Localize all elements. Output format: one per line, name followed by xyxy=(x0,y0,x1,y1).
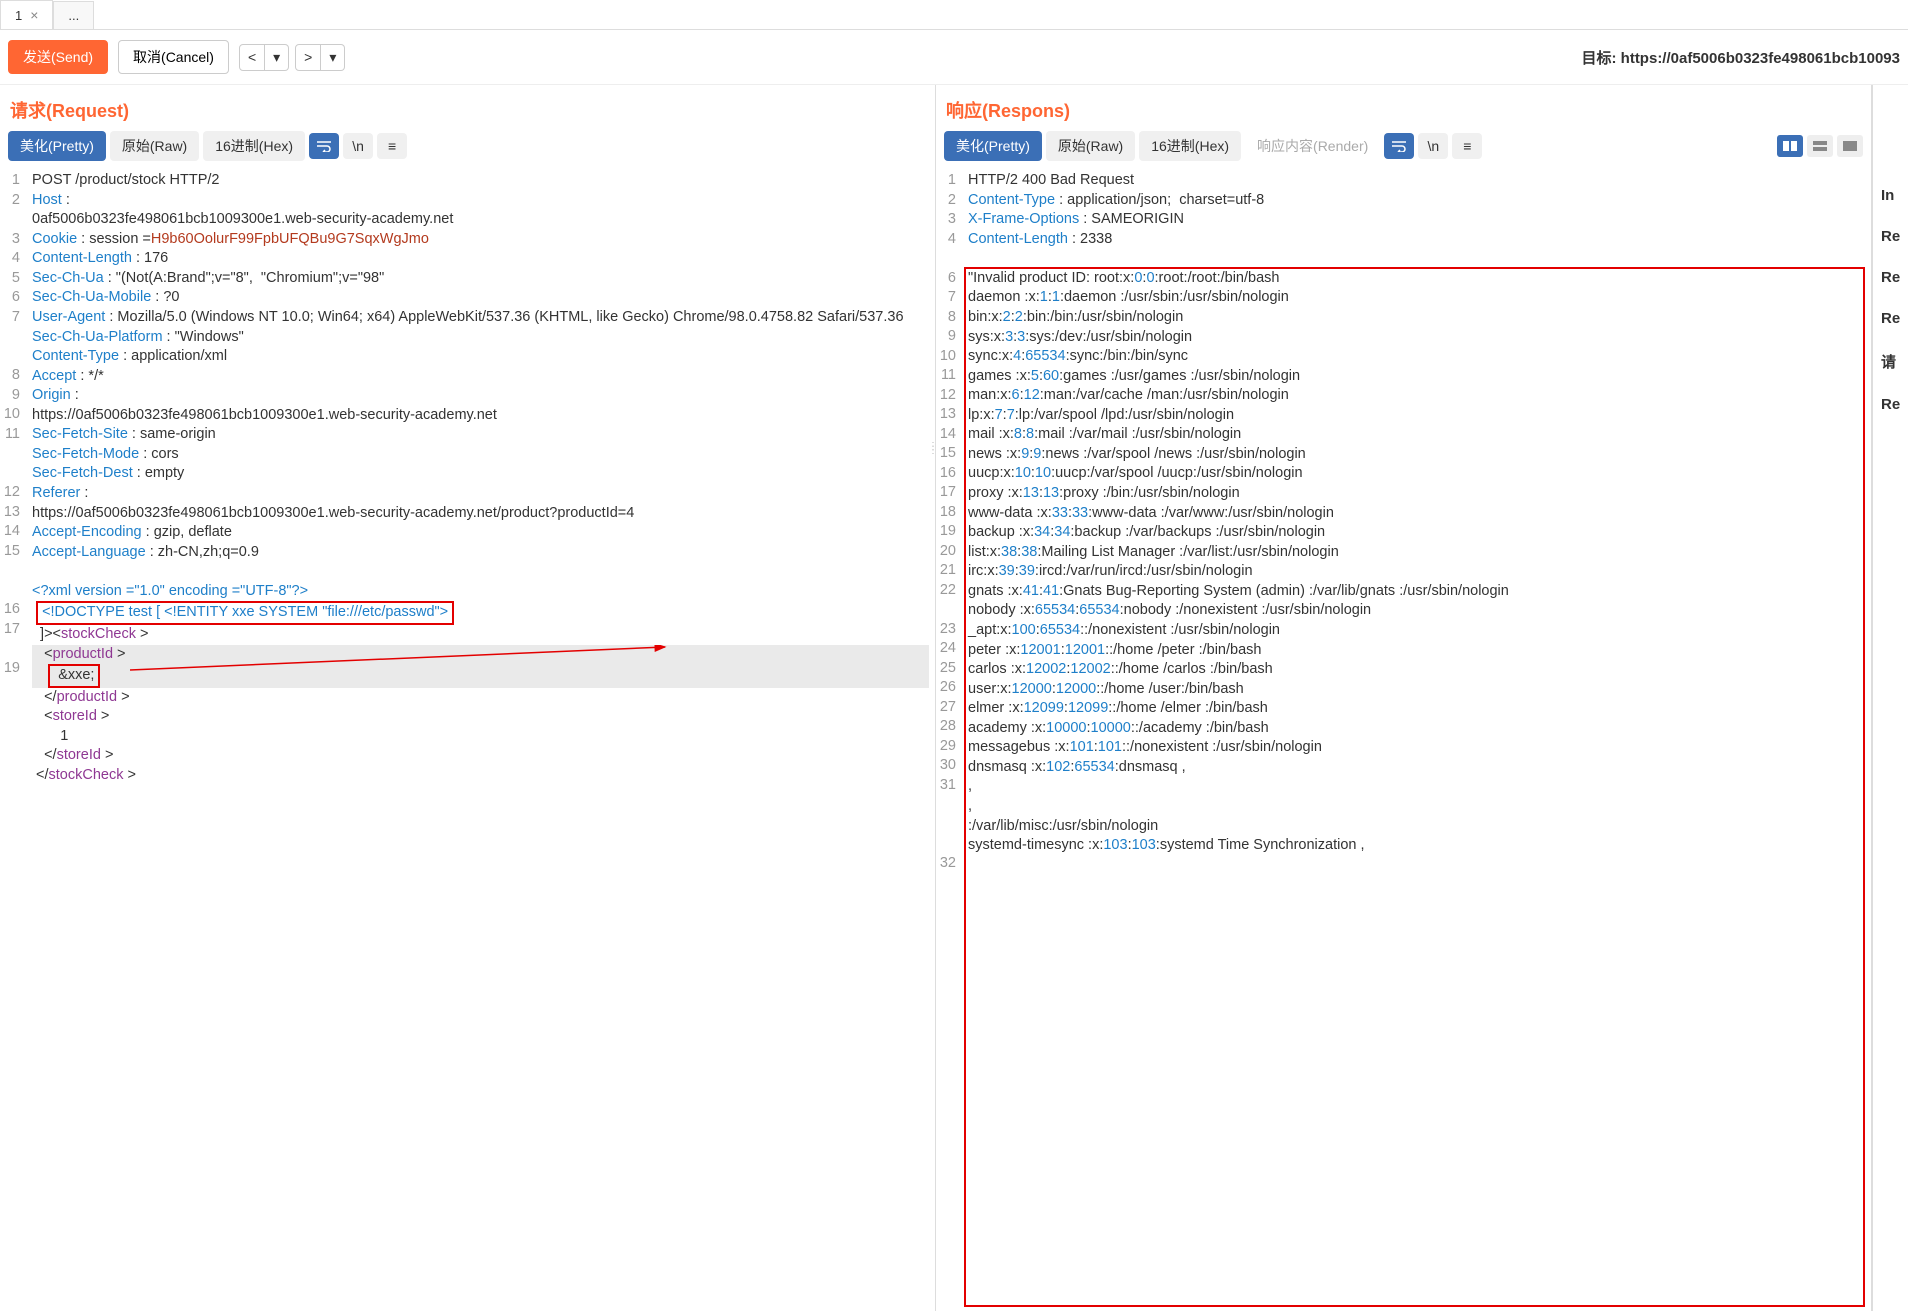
response-editor[interactable]: 1234678910111213141516171819202122232425… xyxy=(936,167,1871,1311)
target-url: https://0af5006b0323fe498061bcb10093 xyxy=(1621,50,1900,67)
newline-icon[interactable]: \n xyxy=(343,133,373,159)
target-label: 目标: xyxy=(1581,50,1620,67)
cancel-button[interactable]: 取消(Cancel) xyxy=(118,40,229,74)
request-code[interactable]: POST /product/stock HTTP/2Host :0af5006b… xyxy=(26,167,935,1311)
sidebar-item[interactable]: In xyxy=(1873,175,1908,216)
layout-rows-icon[interactable] xyxy=(1807,135,1833,157)
toolbar: 发送(Send) 取消(Cancel) < ▾ > ▾ 目标: https://… xyxy=(0,30,1908,85)
response-code[interactable]: HTTP/2 400 Bad RequestContent-Type : app… xyxy=(962,167,1871,1311)
response-header: 响应(Respons) xyxy=(936,85,1871,131)
layout-columns-icon[interactable] xyxy=(1777,135,1803,157)
tab-1[interactable]: 1 × xyxy=(0,0,53,29)
sidebar-item[interactable]: Re xyxy=(1873,298,1908,339)
tab-pretty-resp[interactable]: 美化(Pretty) xyxy=(944,131,1042,161)
tab-raw-resp[interactable]: 原始(Raw) xyxy=(1046,131,1135,161)
tab-bar: 1 × ... xyxy=(0,0,1908,30)
tab-render-resp[interactable]: 响应内容(Render) xyxy=(1245,131,1380,161)
next-dropdown[interactable]: ▾ xyxy=(321,44,345,71)
close-icon[interactable]: × xyxy=(30,7,38,23)
next-button[interactable]: > xyxy=(295,44,321,71)
request-gutter: 123456789101112131415161719 xyxy=(0,167,26,1311)
sidebar-item[interactable]: Re xyxy=(1873,384,1908,425)
request-format-tabs: 美化(Pretty) 原始(Raw) 16进制(Hex) \n ≡ xyxy=(0,131,935,167)
request-pane: 请求(Request) 美化(Pretty) 原始(Raw) 16进制(Hex)… xyxy=(0,85,936,1311)
prev-button[interactable]: < xyxy=(239,44,265,71)
sidebar-item[interactable]: Re xyxy=(1873,257,1908,298)
tab-raw[interactable]: 原始(Raw) xyxy=(110,131,199,161)
newline-icon-resp[interactable]: \n xyxy=(1418,133,1448,159)
nav-next-group: > ▾ xyxy=(295,44,345,71)
request-header: 请求(Request) xyxy=(0,85,935,131)
tab-add-label: ... xyxy=(68,8,79,23)
prev-dropdown[interactable]: ▾ xyxy=(265,44,289,71)
layout-single-icon[interactable] xyxy=(1837,135,1863,157)
wrap-toggle-icon-resp[interactable] xyxy=(1384,133,1414,159)
tab-add[interactable]: ... xyxy=(53,1,94,29)
tab-pretty[interactable]: 美化(Pretty) xyxy=(8,131,106,161)
menu-icon-resp[interactable]: ≡ xyxy=(1452,133,1482,159)
tab-hex-resp[interactable]: 16进制(Hex) xyxy=(1139,131,1241,161)
response-gutter: 1234678910111213141516171819202122232425… xyxy=(936,167,962,1311)
response-format-tabs: 美化(Pretty) 原始(Raw) 16进制(Hex) 响应内容(Render… xyxy=(936,131,1871,167)
sidebar-item[interactable]: 请 xyxy=(1873,339,1908,384)
request-title: 请求(Request) xyxy=(10,97,925,123)
target-display: 目标: https://0af5006b0323fe498061bcb10093 xyxy=(1581,47,1900,68)
wrap-toggle-icon[interactable] xyxy=(309,133,339,159)
sidebar-item[interactable]: Re xyxy=(1873,216,1908,257)
send-button[interactable]: 发送(Send) xyxy=(8,40,108,74)
inspector-sidebar: InReReRe请Re xyxy=(1872,85,1908,1311)
tab-hex[interactable]: 16进制(Hex) xyxy=(203,131,305,161)
nav-buttons: < ▾ > ▾ xyxy=(239,44,345,71)
response-pane: 响应(Respons) 美化(Pretty) 原始(Raw) 16进制(Hex)… xyxy=(936,85,1872,1311)
layout-buttons xyxy=(1777,135,1863,157)
menu-icon[interactable]: ≡ xyxy=(377,133,407,159)
request-editor[interactable]: 123456789101112131415161719 POST /produc… xyxy=(0,167,935,1311)
nav-prev-group: < ▾ xyxy=(239,44,289,71)
response-title: 响应(Respons) xyxy=(946,97,1861,123)
main-area: 请求(Request) 美化(Pretty) 原始(Raw) 16进制(Hex)… xyxy=(0,85,1908,1311)
tab-label: 1 xyxy=(15,8,22,23)
panes: 请求(Request) 美化(Pretty) 原始(Raw) 16进制(Hex)… xyxy=(0,85,1872,1311)
